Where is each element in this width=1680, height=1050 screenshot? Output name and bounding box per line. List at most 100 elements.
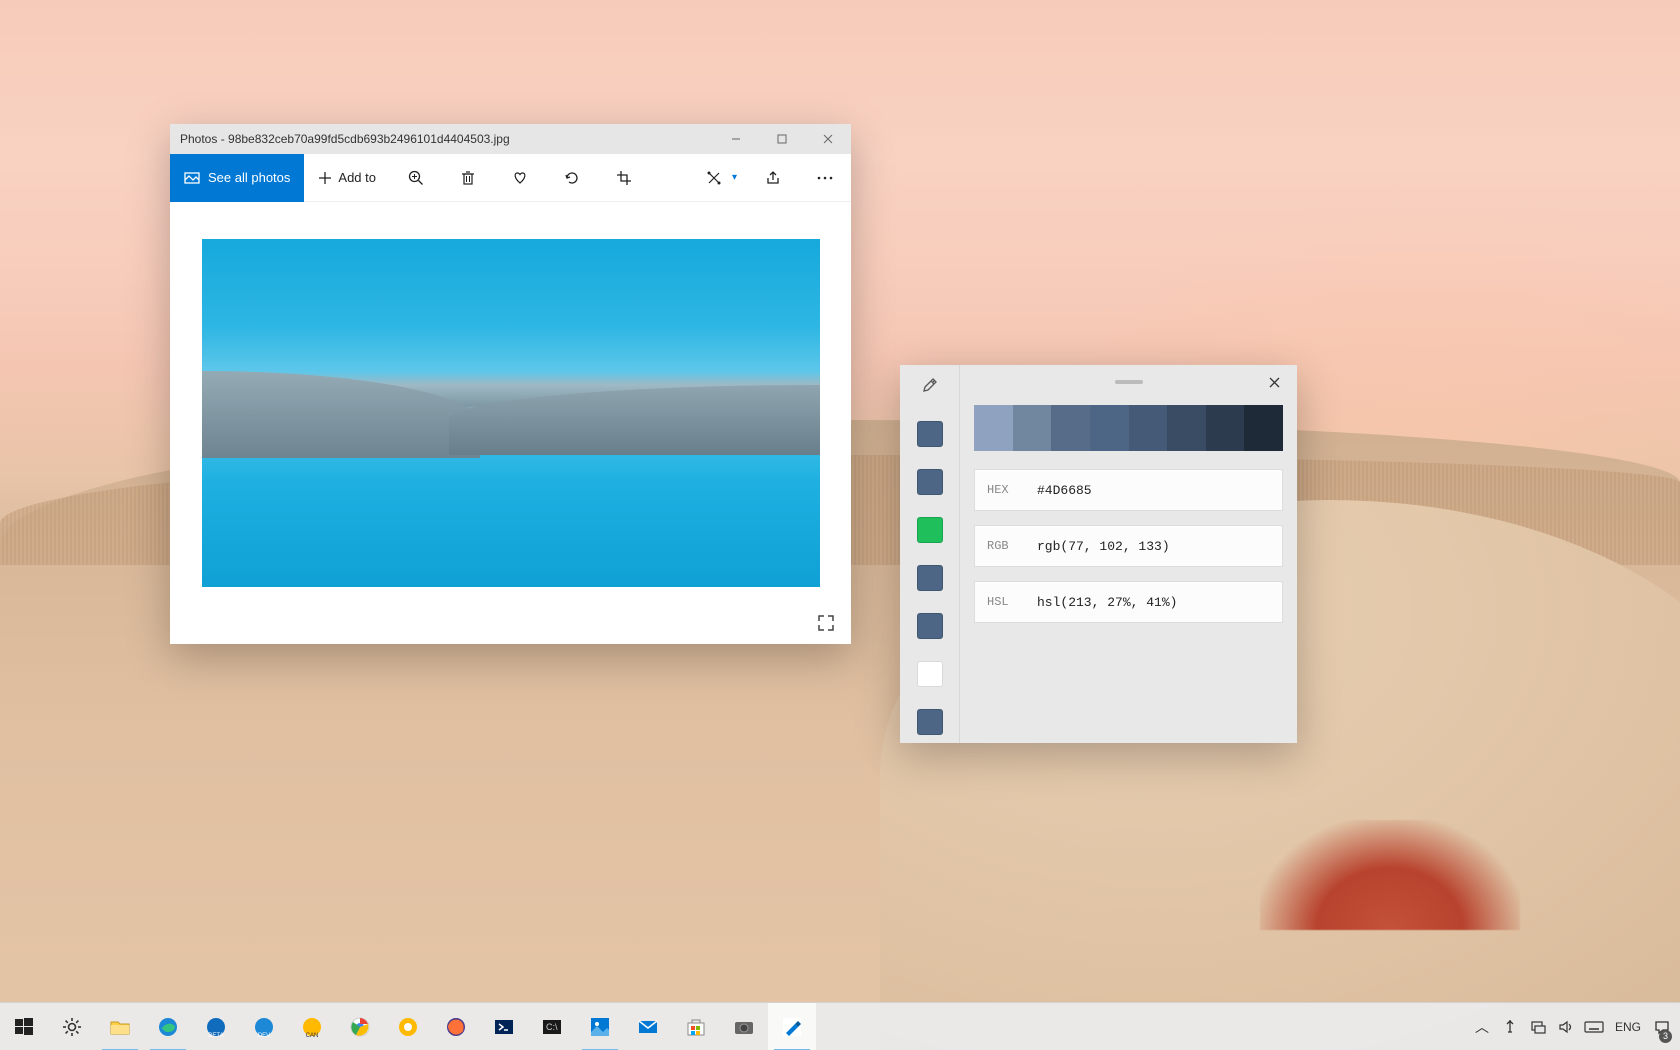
- show-hidden-icons-button[interactable]: ︿: [1468, 1003, 1496, 1050]
- photos-toolbar: See all photos Add to: [170, 154, 851, 202]
- add-to-button[interactable]: Add to: [304, 154, 390, 202]
- notification-count-badge: 3: [1659, 1030, 1672, 1043]
- store-icon: [683, 1014, 709, 1040]
- photos-app-icon: [587, 1014, 613, 1040]
- history-swatch[interactable]: [917, 421, 943, 447]
- folder-icon: [107, 1014, 133, 1040]
- rotate-icon: [564, 170, 580, 186]
- rgb-row[interactable]: RGB rgb(77, 102, 133): [974, 525, 1283, 567]
- gallery-icon: [184, 170, 200, 186]
- shade-cell[interactable]: [1167, 405, 1206, 451]
- trash-icon: [460, 170, 476, 186]
- shade-cell[interactable]: [1244, 405, 1283, 451]
- photos-taskbar-button[interactable]: [576, 1003, 624, 1050]
- history-swatch[interactable]: [917, 709, 943, 735]
- color-picker-app-icon: [779, 1014, 805, 1040]
- file-explorer-button[interactable]: [96, 1003, 144, 1050]
- svg-text:DEV: DEV: [258, 1033, 270, 1038]
- start-button[interactable]: [0, 1003, 48, 1050]
- camera-button[interactable]: [720, 1003, 768, 1050]
- hex-row[interactable]: HEX #4D6685: [974, 469, 1283, 511]
- edge-dev-button[interactable]: DEV: [240, 1003, 288, 1050]
- usb-tray-icon[interactable]: [1496, 1003, 1524, 1050]
- close-button[interactable]: [805, 124, 851, 154]
- shade-cell[interactable]: [1129, 405, 1168, 451]
- store-button[interactable]: [672, 1003, 720, 1050]
- picker-close-button[interactable]: [1259, 371, 1289, 393]
- shade-cell[interactable]: [1206, 405, 1245, 451]
- edge-canary-button[interactable]: CAN: [288, 1003, 336, 1050]
- zoom-button[interactable]: [390, 154, 442, 202]
- action-center-button[interactable]: 3: [1648, 1003, 1676, 1050]
- rotate-button[interactable]: [546, 154, 598, 202]
- desktop-wallpaper: Photos - 98be832ceb70a99fd5cdb693b249610…: [0, 0, 1680, 1050]
- see-all-photos-button[interactable]: See all photos: [170, 154, 304, 202]
- keyboard-tray-icon[interactable]: [1580, 1003, 1608, 1050]
- shade-cell[interactable]: [974, 405, 1013, 451]
- history-swatch[interactable]: [917, 517, 943, 543]
- minimize-button[interactable]: [713, 124, 759, 154]
- svg-text:C:\: C:\: [546, 1022, 558, 1032]
- delete-button[interactable]: [442, 154, 494, 202]
- color-picker-window: HEX #4D6685 RGB rgb(77, 102, 133) HSL hs…: [900, 365, 1297, 743]
- history-swatch[interactable]: [917, 661, 943, 687]
- edge-beta-button[interactable]: BETA: [192, 1003, 240, 1050]
- shade-cell[interactable]: [1090, 405, 1129, 451]
- zoom-in-icon: [408, 170, 424, 186]
- photos-title: Photos - 98be832ceb70a99fd5cdb693b249610…: [180, 132, 510, 146]
- svg-text:BETA: BETA: [208, 1033, 223, 1038]
- chevron-up-icon: ︿: [1475, 1017, 1489, 1037]
- chrome-icon: [347, 1014, 373, 1040]
- maximize-button[interactable]: [759, 124, 805, 154]
- history-swatch[interactable]: [917, 565, 943, 591]
- eyedropper-button[interactable]: [916, 371, 944, 399]
- share-button[interactable]: [747, 154, 799, 202]
- cmd-icon: C:\: [539, 1014, 565, 1040]
- history-swatch[interactable]: [917, 613, 943, 639]
- language-indicator[interactable]: ENG: [1608, 1003, 1648, 1050]
- volume-tray-icon[interactable]: [1552, 1003, 1580, 1050]
- chrome-canary-button[interactable]: [384, 1003, 432, 1050]
- photos-window: Photos - 98be832ceb70a99fd5cdb693b249610…: [170, 124, 851, 644]
- history-swatch[interactable]: [917, 469, 943, 495]
- photo-content[interactable]: [202, 239, 820, 587]
- firefox-button[interactable]: [432, 1003, 480, 1050]
- crop-icon: [616, 170, 632, 186]
- photos-titlebar[interactable]: Photos - 98be832ceb70a99fd5cdb693b249610…: [170, 124, 851, 154]
- edit-icon: [706, 170, 722, 186]
- network-tray-icon[interactable]: [1524, 1003, 1552, 1050]
- speaker-icon: [1558, 1020, 1574, 1034]
- chrome-button[interactable]: [336, 1003, 384, 1050]
- camera-icon: [731, 1014, 757, 1040]
- gear-icon: [59, 1014, 85, 1040]
- powershell-button[interactable]: [480, 1003, 528, 1050]
- cmd-button[interactable]: C:\: [528, 1003, 576, 1050]
- hex-label: HEX: [987, 483, 1037, 497]
- mail-icon: [635, 1014, 661, 1040]
- hsl-row[interactable]: HSL hsl(213, 27%, 41%): [974, 581, 1283, 623]
- edge-beta-icon: BETA: [203, 1014, 229, 1040]
- usb-icon: [1503, 1019, 1517, 1035]
- svg-text:CAN: CAN: [306, 1033, 319, 1038]
- color-picker-taskbar-button[interactable]: [768, 1003, 816, 1050]
- windows-icon: [11, 1014, 37, 1040]
- color-shade-strip[interactable]: [974, 405, 1283, 451]
- edit-dropdown-button[interactable]: ▾: [696, 154, 747, 202]
- favorite-button[interactable]: [494, 154, 546, 202]
- fullscreen-button[interactable]: [817, 614, 835, 632]
- share-icon: [765, 170, 781, 186]
- mail-button[interactable]: [624, 1003, 672, 1050]
- photo-landscape: [449, 385, 820, 455]
- edge-dev-icon: DEV: [251, 1014, 277, 1040]
- edge-button[interactable]: [144, 1003, 192, 1050]
- rgb-value: rgb(77, 102, 133): [1037, 539, 1170, 554]
- wallpaper-bush: [1260, 820, 1520, 930]
- crop-button[interactable]: [598, 154, 650, 202]
- shade-cell[interactable]: [1013, 405, 1052, 451]
- settings-button[interactable]: [48, 1003, 96, 1050]
- shade-cell[interactable]: [1051, 405, 1090, 451]
- hsl-value: hsl(213, 27%, 41%): [1037, 595, 1177, 610]
- more-button[interactable]: [799, 154, 851, 202]
- hex-value: #4D6685: [1037, 483, 1092, 498]
- picker-titlebar[interactable]: [960, 365, 1297, 399]
